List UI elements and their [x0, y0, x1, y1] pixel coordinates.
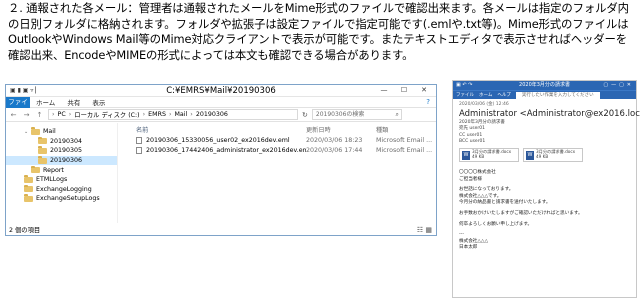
search-input[interactable]: 20190306の検索 ⌕ [311, 109, 402, 120]
view-toggle-icon[interactable]: ☷ ▦ [417, 226, 432, 234]
message-bcc: BCC user01 [459, 138, 486, 144]
breadcrumb-separator-icon: › [168, 111, 172, 118]
column-header-row: 名前 更新日時 種類 [118, 123, 436, 135]
tab-file[interactable]: ファイル [6, 96, 30, 117]
maximize-button[interactable]: ☐ [394, 85, 414, 96]
message-body: 〇〇〇〇株式会社 ご担当者様 お世話になっております。 株式会社△△△です。 今… [453, 162, 636, 252]
tab-view[interactable]: 表示 [86, 97, 111, 107]
breadcrumb-date[interactable]: 20190306 [196, 111, 228, 118]
tree-item-etmllogs[interactable]: ETMLLogs [6, 175, 117, 185]
back-icon[interactable]: ← [9, 111, 18, 119]
tree-item-exchangelogging[interactable]: ExchangeLogging [6, 184, 117, 195]
word-doc-icon: W [526, 150, 534, 160]
folder-icon [24, 184, 33, 193]
breadcrumb-emrs[interactable]: EMRS [148, 111, 166, 118]
body-line: お世話になっております。 [459, 187, 514, 193]
expand-arrow-icon[interactable]: ⌄ [24, 129, 31, 135]
column-name[interactable]: 名前 [136, 125, 306, 134]
file-name: 20190306_15330056_user02_ex2016dev.eml [146, 136, 290, 144]
word-doc-icon: W [462, 150, 470, 160]
save-icon[interactable]: ▣ ↶ ↷ [456, 81, 472, 90]
message-ribbon: ファイル ホーム ヘルプ 実行したい作業を入力してください [453, 90, 636, 99]
file-type: Microsoft Email ... [376, 146, 433, 154]
tab-home[interactable]: ホーム [30, 97, 61, 107]
breadcrumb-pc[interactable]: PC [58, 111, 66, 118]
breadcrumb-separator-icon: › [142, 111, 146, 118]
address-toolbar: ← → ↑ › PC › ローカル ディスク (C:) › EMRS › Mai… [6, 108, 436, 122]
tab-share[interactable]: 共有 [61, 97, 86, 107]
close-button[interactable]: ✕ [414, 85, 434, 96]
status-bar-text: 2 個の項目 [9, 227, 41, 234]
help-icon[interactable]: ? [426, 98, 430, 106]
message-header: 2020/03/06 (金) 12:46 Administrator <Admi… [453, 99, 640, 163]
body-line: お手数おかけいたしますがご確認いただければと思います。 [459, 210, 583, 216]
message-window-title: 2020年3月分の請求書 [519, 82, 570, 88]
column-type[interactable]: 種類 [376, 125, 436, 134]
attachment-item[interactable]: W 3月分の請求書.docx 49 KB [523, 148, 583, 163]
folder-icon [38, 146, 47, 154]
message-date: 2020/03/06 (金) 12:46 [459, 102, 509, 107]
breadcrumb-disk[interactable]: ローカル ディスク (C:) [74, 110, 139, 119]
message-titlebar: ▣ ↶ ↷ 2020年3月分の請求書 ▢—▢✕ [453, 81, 636, 90]
folder-icon [38, 136, 47, 145]
tell-me-input[interactable]: 実行したい作業を入力してください [515, 91, 600, 99]
navigation-pane: ⌄ Mail 20190304 20190305 20190306 Report … [6, 123, 118, 223]
body-line: --- [459, 232, 464, 238]
forward-icon[interactable]: → [22, 111, 31, 119]
tab-help[interactable]: ヘルプ [497, 92, 511, 98]
tree-item-exchangesetuplogs[interactable]: ExchangeSetupLogs [6, 194, 117, 204]
file-name: 20190306_17442406_administrator_ex2016de… [146, 146, 306, 154]
file-date: 2020/03/06 17:44 [306, 146, 363, 154]
file-icon [136, 146, 142, 154]
folder-icon [24, 175, 33, 183]
description-paragraph: ２. 通報された各メール：管理者は通報されたメールをMime形式のファイルで確認… [8, 1, 629, 62]
tree-item-20190304[interactable]: 20190304 [6, 136, 117, 147]
file-row[interactable]: 20190306_15330056_user02_ex2016dev.eml 2… [118, 135, 436, 145]
body-line: 〇〇〇〇株式会社 [459, 170, 496, 176]
search-placeholder: 20190306の検索 [315, 111, 365, 118]
refresh-icon[interactable]: ↻ [302, 111, 308, 119]
tab-message[interactable]: ホーム [479, 92, 492, 98]
explorer-title: C:¥EMRS¥Mail¥20190306 [166, 86, 276, 96]
folder-icon [24, 194, 33, 202]
column-modified[interactable]: 更新日時 [306, 125, 376, 134]
tree-item-20190306[interactable]: 20190306 [6, 155, 117, 166]
breadcrumb-separator-icon: › [68, 111, 72, 118]
attachment-item[interactable]: W 3月分の請求書.docx 49 KB [459, 148, 519, 163]
explorer-window: ▣ ▮ ▣ ▿ ▏ C:¥EMRS¥Mail¥20190306 — ☐ ✕ ファ… [5, 84, 437, 236]
file-date: 2020/03/06 18:23 [306, 136, 363, 144]
body-line: 何卒よろしくお願い申し上げます。 [459, 221, 533, 227]
address-bar[interactable]: › PC › ローカル ディスク (C:) › EMRS › Mail › 20… [48, 109, 298, 120]
message-from[interactable]: Administrator <Administrator@ex2016.loca… [459, 109, 640, 120]
outlook-message-window: ▣ ↶ ↷ 2020年3月分の請求書 ▢—▢✕ ファイル ホーム ヘルプ 実行し… [452, 80, 640, 298]
search-icon: ⌕ [395, 111, 399, 118]
explorer-ribbon: ファイル ホーム 共有 表示 ? [6, 96, 436, 117]
breadcrumb-mail[interactable]: Mail [175, 111, 188, 118]
folder-icon [31, 127, 40, 135]
file-icon [136, 136, 142, 144]
window-controls-icon[interactable]: ▢—▢✕ [603, 81, 634, 90]
minimize-button[interactable]: — [374, 85, 394, 96]
breadcrumb-separator-icon: › [52, 111, 55, 118]
body-line: 今月分の納品書と請求書を送付いたします。 [459, 200, 551, 206]
body-line: 日本太郎 [459, 245, 478, 251]
folder-icon [38, 156, 47, 164]
body-line: ご担当者様 [459, 176, 482, 182]
body-line: 株式会社△△△ [459, 238, 488, 244]
tab-file[interactable]: ファイル [456, 92, 474, 98]
tree-item-mail[interactable]: ⌄ Mail [6, 127, 117, 137]
explorer-titlebar: ▣ ▮ ▣ ▿ ▏ C:¥EMRS¥Mail¥20190306 — ☐ ✕ [6, 85, 436, 97]
up-icon[interactable]: ↑ [35, 111, 44, 119]
breadcrumb-separator-icon: › [190, 111, 193, 118]
file-list: 名前 更新日時 種類 20190306_15330056_user02_ex20… [118, 123, 436, 223]
file-row[interactable]: 20190306_17442406_administrator_ex2016de… [118, 145, 436, 155]
tree-item-20190305[interactable]: 20190305 [6, 146, 117, 156]
file-type: Microsoft Email ... [376, 136, 433, 144]
folder-icon [31, 165, 40, 174]
tree-item-report[interactable]: Report [6, 165, 117, 175]
attachments: W 3月分の請求書.docx 49 KB W 3月分の請求書.docx 49 KB [459, 148, 630, 163]
